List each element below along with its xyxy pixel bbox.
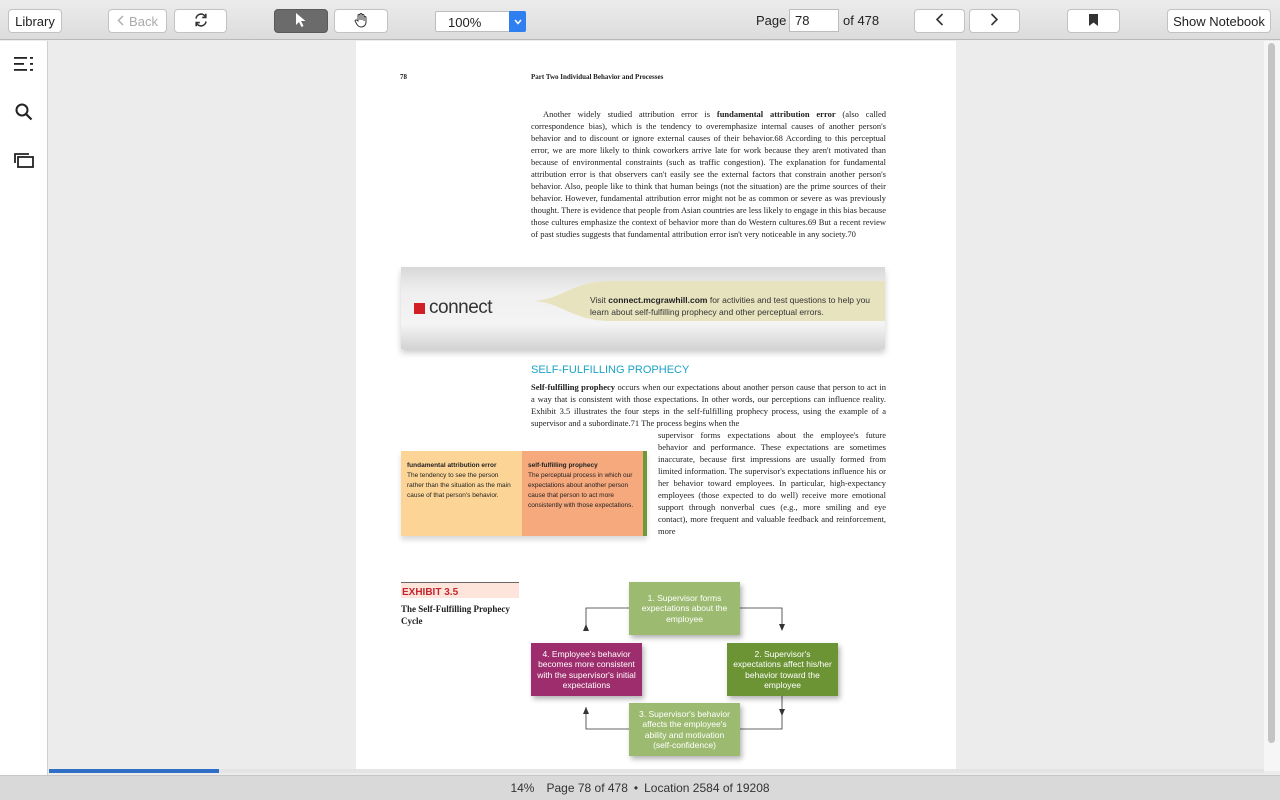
show-notebook-button[interactable]: Show Notebook — [1167, 9, 1271, 33]
cycle-step-4: 4. Employee's behavior becomes more cons… — [531, 643, 642, 696]
book-page: 78 Part Two Individual Behavior and Proc… — [356, 41, 956, 770]
previous-page-button[interactable] — [914, 9, 965, 33]
reading-progress-fill — [49, 769, 219, 773]
cycle-step-3: 3. Supervisor's behavior affects the emp… — [629, 703, 740, 756]
select-tool-button[interactable] — [274, 9, 328, 33]
reading-progress-bar — [49, 769, 1264, 773]
page-total-label: of 478 — [843, 13, 880, 28]
bookmark-button[interactable] — [1067, 9, 1120, 33]
back-label: Back — [129, 13, 158, 29]
back-button[interactable]: Back — [108, 9, 167, 33]
sync-icon — [193, 12, 209, 31]
table-of-contents-icon[interactable] — [12, 52, 36, 76]
search-icon[interactable] — [12, 100, 36, 124]
sidebar — [0, 41, 48, 775]
page-label: Page — [756, 13, 787, 28]
status-separator: • — [633, 781, 639, 795]
arrow-pointer-icon — [295, 12, 307, 31]
library-button[interactable]: Library — [8, 9, 62, 33]
vertical-scrollbar[interactable] — [1264, 41, 1280, 771]
sync-button[interactable] — [174, 9, 227, 33]
scrollbar-thumb[interactable] — [1268, 43, 1275, 743]
status-location: Location 2584 of 19208 — [644, 781, 770, 795]
cycle-arrows — [583, 607, 785, 730]
chevron-left-icon — [935, 13, 944, 29]
chevron-down-icon — [509, 11, 526, 32]
pan-tool-button[interactable] — [334, 9, 388, 33]
status-bar: 14% Page 78 of 478 • Location 2584 of 19… — [0, 775, 1280, 800]
zoom-value: 100% — [448, 15, 482, 30]
next-page-button[interactable] — [969, 9, 1020, 33]
page-number-input[interactable] — [789, 9, 839, 32]
hand-icon — [353, 12, 369, 31]
status-page-info: Page 78 of 478 — [546, 781, 628, 795]
cycle-step-1: 1. Supervisor forms expectations about t… — [629, 582, 740, 635]
cycle-step-2: 2. Supervisor's expectations affect his/… — [727, 643, 838, 696]
chevron-right-icon — [990, 13, 999, 29]
zoom-select[interactable]: 100% — [435, 11, 526, 32]
bookmark-icon — [1088, 13, 1099, 30]
flashcards-icon[interactable] — [12, 148, 36, 172]
progress-percent: 14% — [510, 781, 535, 795]
toolbar: Library Back 100% Page 78 of 478 Show No… — [0, 0, 1280, 40]
chevron-left-icon — [117, 14, 124, 29]
